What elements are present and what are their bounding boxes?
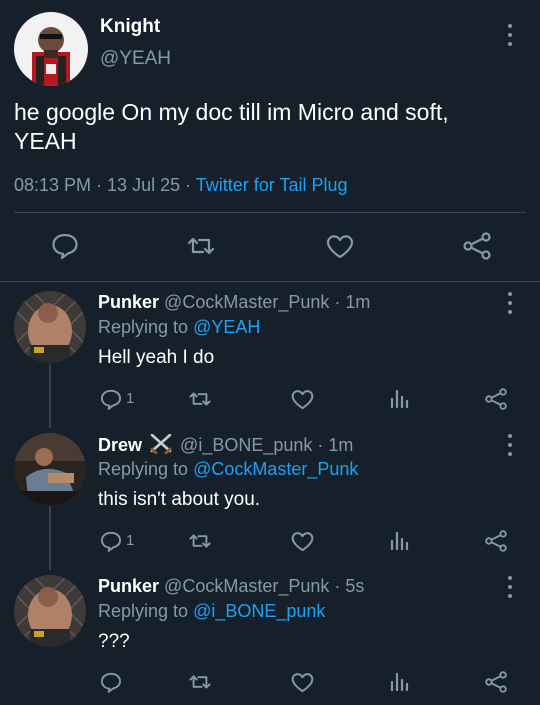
tweet-text-line: YEAH [14, 128, 77, 154]
reply-header: Punker @CockMaster_Punk · 1m [98, 292, 370, 313]
handle[interactable]: @CockMaster_Punk · 5s [164, 576, 364, 596]
share-icon[interactable] [484, 671, 508, 693]
avatar[interactable] [14, 291, 86, 363]
avatar[interactable] [14, 433, 86, 505]
analytics-icon[interactable] [389, 671, 409, 691]
tweet-text: he google On my doc till im Micro and so… [14, 98, 529, 156]
share-icon[interactable] [484, 388, 508, 410]
share-icon[interactable] [484, 530, 508, 552]
reply-count: 1 [126, 390, 135, 407]
replying-to: Replying to @i_BONE_punk [98, 601, 325, 622]
replying-label: Replying to [98, 601, 189, 621]
reply-text: this isn't about you. [98, 489, 261, 510]
replying-to: Replying to @CockMaster_Punk [98, 459, 358, 480]
thread-line [49, 364, 51, 428]
retweet-icon[interactable] [188, 673, 212, 691]
name-emoji [149, 433, 173, 459]
reply-icon[interactable] [100, 389, 122, 410]
reply-count: 1 [126, 532, 135, 549]
more-icon[interactable] [507, 576, 513, 598]
like-icon[interactable] [291, 531, 314, 552]
reply-icon[interactable] [100, 672, 122, 693]
like-icon[interactable] [291, 389, 314, 410]
replying-to: Replying to @YEAH [98, 317, 260, 338]
retweet-icon[interactable] [188, 532, 212, 550]
handle[interactable]: @YEAH [100, 48, 171, 70]
reply-text: ??? [98, 631, 130, 652]
analytics-icon[interactable] [389, 530, 409, 550]
replying-to-link[interactable]: @i_BONE_punk [193, 601, 325, 621]
analytics-icon[interactable] [389, 388, 409, 408]
replying-to-link[interactable]: @YEAH [193, 317, 260, 337]
avatar[interactable] [14, 12, 88, 86]
share-icon[interactable] [462, 232, 492, 260]
reply-icon[interactable] [51, 233, 79, 259]
reply-header: Punker @CockMaster_Punk · 5s [98, 576, 364, 597]
avatar[interactable] [14, 575, 86, 647]
tweet-time: 08:13 PM · 13 Jul 25 · [14, 175, 192, 195]
divider [14, 212, 526, 213]
more-icon[interactable] [507, 24, 513, 46]
replying-label: Replying to [98, 317, 189, 337]
reply-text: Hell yeah I do [98, 347, 215, 368]
more-icon[interactable] [507, 434, 513, 456]
retweet-icon[interactable] [188, 390, 212, 408]
display-name[interactable]: Drew [98, 435, 142, 455]
reply-icon[interactable] [100, 531, 122, 552]
replying-to-link[interactable]: @CockMaster_Punk [193, 459, 358, 479]
divider [0, 281, 540, 282]
more-icon[interactable] [507, 292, 513, 314]
tweet-source[interactable]: Twitter for Tail Plug [196, 175, 348, 195]
display-name[interactable]: Knight [100, 16, 160, 38]
tweet-text-line: he google On my doc till im Micro and so… [14, 99, 449, 125]
replying-label: Replying to [98, 459, 189, 479]
display-name[interactable]: Punker [98, 292, 159, 312]
like-icon[interactable] [326, 234, 354, 259]
handle[interactable]: @CockMaster_Punk · 1m [164, 292, 370, 312]
display-name[interactable]: Punker [98, 576, 159, 596]
handle[interactable]: @i_BONE_punk · 1m [180, 435, 353, 455]
like-icon[interactable] [291, 672, 314, 693]
retweet-icon[interactable] [186, 235, 216, 257]
thread-line [49, 506, 51, 570]
reply-header: Drew @i_BONE_punk · 1m [98, 433, 353, 459]
tweet-meta: 08:13 PM · 13 Jul 25 · Twitter for Tail … [14, 175, 348, 196]
